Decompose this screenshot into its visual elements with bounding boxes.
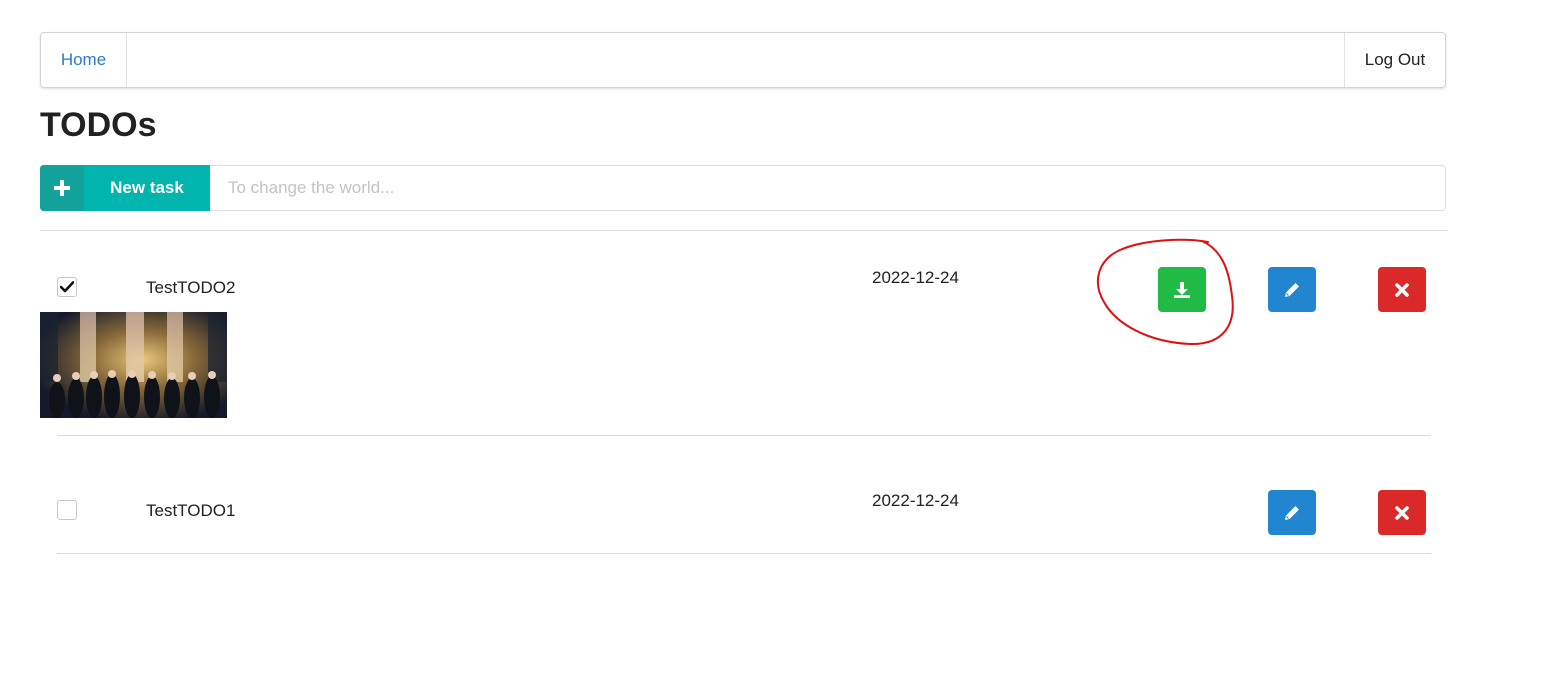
pencil-icon bbox=[1285, 505, 1299, 520]
top-menu: Home Log Out bbox=[40, 32, 1446, 88]
delete-button[interactable] bbox=[1378, 490, 1426, 535]
todo-attachment-image bbox=[40, 312, 227, 418]
row-divider bbox=[57, 435, 1431, 436]
pencil-icon bbox=[1285, 282, 1299, 297]
page-title: TODOs bbox=[40, 106, 157, 144]
new-task-input[interactable] bbox=[210, 165, 1446, 211]
nav-home-link[interactable]: Home bbox=[41, 33, 127, 87]
list-divider bbox=[40, 230, 1448, 231]
row-divider bbox=[57, 553, 1431, 554]
todo-checkbox[interactable] bbox=[57, 277, 77, 297]
todo-checkbox[interactable] bbox=[57, 500, 77, 520]
edit-button[interactable] bbox=[1268, 490, 1316, 535]
todo-date: 2022-12-24 bbox=[872, 491, 959, 510]
logout-button[interactable]: Log Out bbox=[1344, 33, 1445, 87]
new-task-label: New task bbox=[110, 178, 184, 197]
plus-icon bbox=[40, 165, 84, 211]
close-icon bbox=[1395, 282, 1409, 297]
todo-app-page: Home Log Out TODOs New task TestTODO2 20… bbox=[0, 0, 1555, 685]
delete-button[interactable] bbox=[1378, 267, 1426, 312]
new-task-form: New task bbox=[40, 165, 1446, 211]
todo-title: TestTODO2 bbox=[146, 278, 236, 297]
edit-button[interactable] bbox=[1268, 267, 1316, 312]
checkmark-icon bbox=[60, 281, 74, 293]
download-button[interactable] bbox=[1158, 267, 1206, 312]
new-task-button[interactable]: New task bbox=[40, 165, 210, 211]
download-icon bbox=[1174, 281, 1190, 298]
close-icon bbox=[1395, 505, 1409, 520]
todo-date: 2022-12-24 bbox=[872, 268, 959, 287]
todo-title: TestTODO1 bbox=[146, 501, 236, 520]
